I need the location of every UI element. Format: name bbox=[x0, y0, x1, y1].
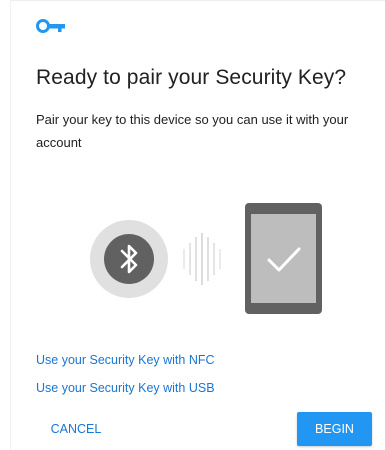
pairing-illustration bbox=[85, 198, 330, 318]
checkmark-icon bbox=[267, 247, 301, 272]
pairing-dialog: Ready to pair your Security Key? Pair yo… bbox=[0, 0, 385, 450]
signal-waves-icon bbox=[183, 233, 221, 285]
cancel-button[interactable]: CANCEL bbox=[36, 412, 116, 446]
bluetooth-icon bbox=[104, 234, 154, 284]
dialog-top-edge bbox=[10, 0, 385, 1]
tablet-screen bbox=[251, 214, 316, 303]
usb-link[interactable]: Use your Security Key with USB bbox=[36, 381, 215, 395]
begin-button[interactable]: BEGIN bbox=[297, 412, 372, 446]
key-icon bbox=[36, 19, 65, 33]
dialog-description: Pair your key to this device so you can … bbox=[36, 112, 349, 150]
tablet-icon bbox=[245, 203, 322, 314]
dialog-left-edge bbox=[10, 0, 11, 450]
dialog-title: Ready to pair your Security Key? bbox=[36, 66, 347, 89]
nfc-link[interactable]: Use your Security Key with NFC bbox=[36, 353, 215, 367]
bluetooth-badge bbox=[90, 220, 168, 298]
